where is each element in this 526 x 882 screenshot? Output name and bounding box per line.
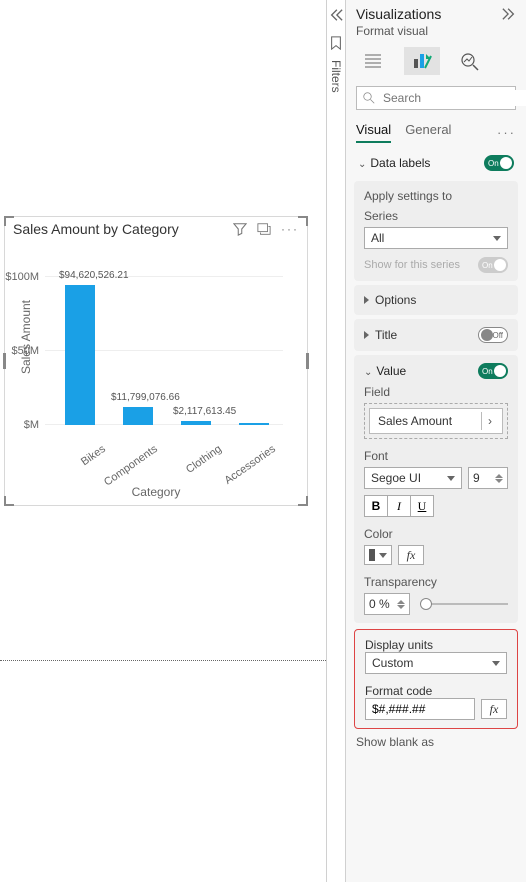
search-input[interactable] bbox=[356, 86, 516, 110]
show-for-series-toggle: On bbox=[478, 257, 508, 273]
filter-icon[interactable] bbox=[233, 222, 247, 236]
more-icon[interactable]: ··· bbox=[281, 222, 299, 236]
data-labels-toggle[interactable]: On bbox=[484, 155, 514, 171]
font-label: Font bbox=[364, 449, 508, 463]
chevron-right-icon bbox=[364, 296, 369, 304]
field-well[interactable]: Sales Amount › bbox=[369, 408, 503, 434]
bar-clothing bbox=[181, 421, 211, 425]
transparency-label: Transparency bbox=[364, 575, 508, 589]
y-tick: $50M bbox=[11, 345, 45, 357]
y-tick: $100M bbox=[5, 271, 45, 283]
data-label: $2,117,613.45 bbox=[173, 406, 236, 417]
chart-plot: $M $50M $100M $94,620,526.21 Bikes $11,7… bbox=[45, 251, 295, 451]
page-divider bbox=[0, 660, 326, 661]
fx-button[interactable]: fx bbox=[481, 699, 507, 719]
apply-settings-card: Apply settings to Series All Show for th… bbox=[354, 181, 518, 281]
visualizations-pane: Visualizations Format visual Visual Gene… bbox=[346, 0, 526, 882]
format-code-input[interactable] bbox=[365, 698, 475, 720]
pane-rail: Filters bbox=[326, 0, 346, 882]
data-label: $11,799,076.66 bbox=[111, 392, 180, 403]
bookmark-icon[interactable] bbox=[329, 36, 343, 50]
format-visual-icon[interactable] bbox=[404, 47, 440, 75]
font-family-select[interactable]: Segoe UI bbox=[364, 467, 462, 489]
show-blank-as-label: Show blank as bbox=[354, 729, 518, 755]
fx-button[interactable]: fx bbox=[398, 545, 424, 565]
transparency-slider[interactable] bbox=[420, 603, 508, 605]
tab-visual[interactable]: Visual bbox=[356, 122, 391, 143]
series-select[interactable]: All bbox=[364, 227, 508, 249]
show-for-series-label: Show for this series bbox=[364, 259, 460, 271]
chevron-down-icon bbox=[447, 476, 455, 481]
chevron-down-icon bbox=[492, 661, 500, 666]
field-label: Field bbox=[364, 385, 508, 399]
transparency-stepper[interactable]: 0 % bbox=[364, 593, 410, 615]
series-label: Series bbox=[364, 209, 508, 223]
chart-visual[interactable]: Sales Amount by Category ··· Sales Amoun… bbox=[4, 216, 308, 506]
more-icon[interactable]: ··· bbox=[497, 125, 516, 140]
chevron-down-icon bbox=[493, 236, 501, 241]
expand-icon[interactable] bbox=[502, 7, 516, 21]
bar-accessories bbox=[239, 423, 269, 425]
bar-bikes bbox=[65, 285, 95, 425]
pane-title: Visualizations bbox=[356, 6, 441, 22]
italic-button[interactable]: I bbox=[387, 495, 411, 517]
analytics-icon[interactable] bbox=[452, 47, 488, 75]
value-toggle[interactable]: On bbox=[478, 363, 508, 379]
build-visual-icon[interactable] bbox=[356, 47, 392, 75]
value-card: ⌄Value On Field Sales Amount › Font Sego… bbox=[354, 355, 518, 623]
title-toggle[interactable]: Off bbox=[478, 327, 508, 343]
display-units-select[interactable]: Custom bbox=[365, 652, 507, 674]
pane-subtitle: Format visual bbox=[346, 24, 526, 42]
collapse-icon[interactable] bbox=[329, 8, 343, 22]
field-arrow-icon[interactable]: › bbox=[481, 412, 498, 430]
color-label: Color bbox=[364, 527, 508, 541]
tab-general[interactable]: General bbox=[405, 122, 451, 143]
display-units-card: Display units Custom Format code fx bbox=[354, 629, 518, 729]
bar-components bbox=[123, 407, 153, 425]
search-icon bbox=[363, 92, 375, 104]
format-code-label: Format code bbox=[365, 684, 507, 698]
font-size-stepper[interactable]: 9 bbox=[468, 467, 508, 489]
display-units-label: Display units bbox=[365, 638, 507, 652]
chevron-down-icon bbox=[379, 553, 387, 558]
title-section[interactable]: Title Off bbox=[354, 319, 518, 351]
bold-button[interactable]: B bbox=[364, 495, 388, 517]
data-labels-section[interactable]: ⌄Data labels On bbox=[354, 149, 518, 177]
focus-icon[interactable] bbox=[257, 222, 271, 236]
color-picker[interactable] bbox=[364, 545, 392, 565]
y-tick: $M bbox=[24, 419, 45, 431]
underline-button[interactable]: U bbox=[410, 495, 434, 517]
chart-title: Sales Amount by Category bbox=[13, 221, 179, 237]
apply-settings-label: Apply settings to bbox=[364, 189, 508, 203]
options-section[interactable]: Options bbox=[354, 285, 518, 315]
chevron-right-icon bbox=[364, 331, 369, 339]
filters-label[interactable]: Filters bbox=[329, 60, 343, 93]
data-label: $94,620,526.21 bbox=[59, 270, 129, 281]
x-axis-label: Category bbox=[5, 485, 307, 499]
